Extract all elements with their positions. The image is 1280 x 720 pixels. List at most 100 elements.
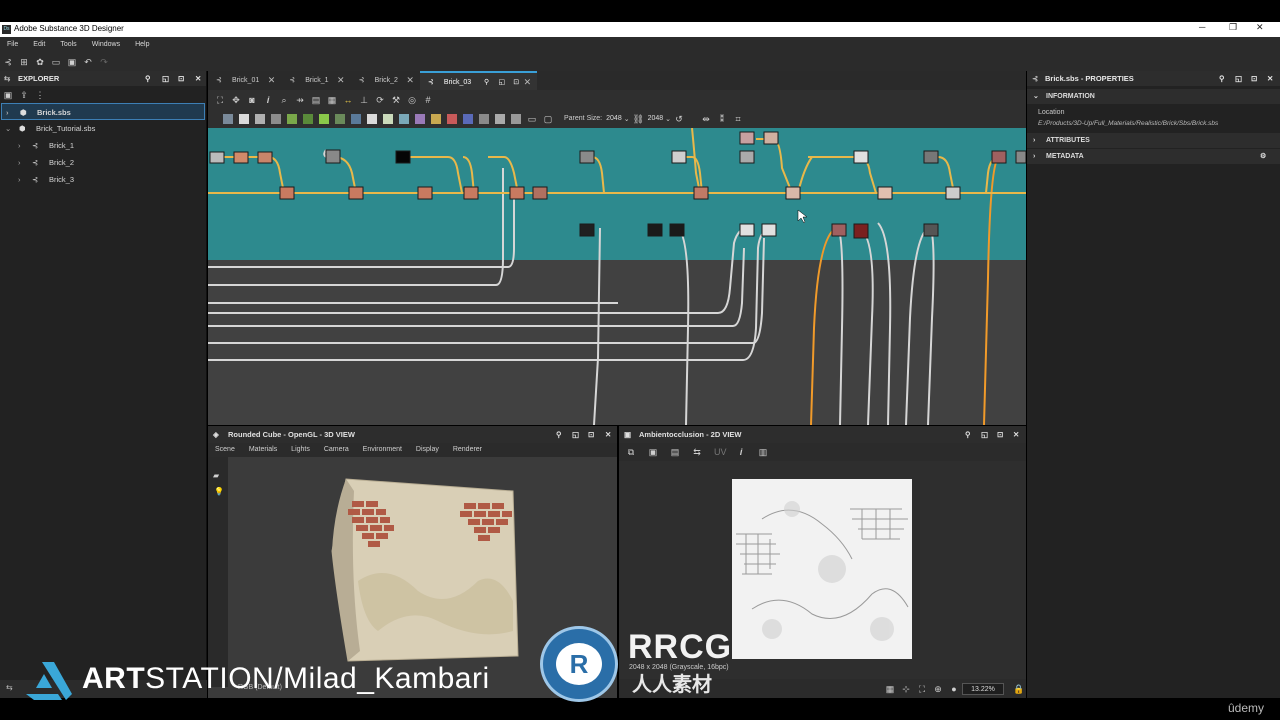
console-icon[interactable]: ⇆ — [6, 683, 13, 692]
graph-canvas[interactable] — [208, 128, 1026, 425]
float-icon[interactable]: ◱ — [981, 426, 988, 443]
normal-node-icon[interactable] — [383, 113, 393, 124]
graph-node[interactable] — [325, 149, 341, 164]
minimize-icon[interactable]: ─ — [1199, 22, 1205, 32]
move-icon[interactable]: ✥ — [231, 95, 241, 105]
hsl-node-icon[interactable] — [319, 113, 329, 124]
graph-node[interactable] — [348, 186, 364, 200]
new-graph-icon[interactable]: ⊰ — [3, 57, 13, 67]
open-icon[interactable]: ▭ — [51, 57, 61, 67]
channels-icon[interactable]: ⇆ — [692, 447, 702, 457]
grid-icon[interactable]: ▦ — [327, 95, 337, 105]
pin-icon[interactable]: ⚲ — [1219, 71, 1225, 86]
blend-node-icon[interactable] — [271, 113, 281, 124]
menu-windows[interactable]: Windows — [92, 41, 120, 48]
reset-icon[interactable]: ↺ — [674, 114, 684, 124]
pin-icon[interactable]: ⚲ — [556, 426, 562, 443]
graph-node[interactable] — [257, 151, 273, 164]
maximize-panel-icon[interactable]: ⊡ — [997, 426, 1003, 443]
close-icon[interactable]: ✕ — [406, 71, 414, 90]
graph-node[interactable] — [579, 150, 595, 164]
menu-edit[interactable]: Edit — [33, 41, 45, 48]
float-icon[interactable]: ◱ — [1235, 71, 1242, 86]
export-icon[interactable]: ⇪ — [19, 90, 29, 100]
graph-node[interactable] — [671, 150, 687, 164]
menu-file[interactable]: File — [7, 41, 18, 48]
height-node-icon[interactable] — [415, 113, 425, 124]
section-information[interactable]: ⌄ INFORMATION — [1027, 89, 1280, 104]
tool-icon[interactable]: ⚒ — [391, 95, 401, 105]
output-node-icon[interactable] — [495, 113, 505, 124]
graph-node[interactable] — [647, 223, 663, 237]
rounded-cube-render[interactable] — [328, 471, 523, 671]
tab-brick-1[interactable]: ⊰ Brick_1 ✕ — [281, 71, 350, 90]
tree-item-brick-tutorial[interactable]: ⌄ ⬢ Brick_Tutorial.sbs — [0, 120, 206, 137]
graph-node[interactable] — [1015, 150, 1026, 164]
info-icon[interactable]: 𝒊 — [736, 447, 746, 457]
uniform-node-icon[interactable] — [239, 113, 249, 124]
parent-size-dropdown[interactable]: 2048 — [606, 115, 622, 122]
copy-icon[interactable]: ⧉ — [626, 447, 636, 457]
graph-node[interactable] — [739, 131, 755, 145]
graph-node[interactable] — [532, 186, 548, 200]
graph-node[interactable] — [417, 186, 433, 200]
size-dropdown[interactable]: 2048 — [648, 115, 664, 122]
frame-icon[interactable]: ⛶ — [215, 95, 225, 105]
rotate-icon[interactable]: ⟳ — [375, 95, 385, 105]
graph-node[interactable] — [233, 151, 249, 164]
menu-help[interactable]: Help — [135, 41, 149, 48]
tab-brick-01[interactable]: ⊰ Brick_01 ✕ — [208, 71, 281, 90]
close-panel-icon[interactable]: ✕ — [1013, 426, 1019, 443]
tree-item-brick-2[interactable]: › ⊰ Brick_2 — [0, 154, 206, 171]
levels-node-icon[interactable] — [303, 113, 313, 124]
snap-grid-icon[interactable]: ⌗ — [733, 114, 743, 124]
link-icon[interactable]: ⇸ — [295, 95, 305, 105]
menu-materials[interactable]: Materials — [249, 446, 277, 453]
center-icon[interactable]: ⊕ — [933, 684, 943, 694]
graph-node[interactable] — [831, 223, 847, 237]
gear-icon[interactable]: ⚙ — [1260, 149, 1266, 164]
graph-node[interactable] — [669, 223, 685, 237]
tab-brick-2[interactable]: ⊰ Brick_2 ✕ — [351, 71, 420, 90]
menu-camera[interactable]: Camera — [324, 446, 349, 453]
graph-node[interactable] — [877, 186, 893, 200]
graph-node[interactable] — [463, 186, 479, 200]
stack-icon[interactable]: ⁑ — [717, 114, 727, 124]
frame-node-icon[interactable]: ▢ — [543, 114, 553, 124]
maximize-panel-icon[interactable]: ⊡ — [1251, 71, 1257, 86]
zoom-input[interactable]: 13.22% — [962, 682, 1004, 695]
curve-node-icon[interactable] — [287, 113, 297, 124]
distribute-icon[interactable]: ⇹ — [701, 114, 711, 124]
close-panel-icon[interactable]: ✕ — [1267, 71, 1273, 86]
close-panel-icon[interactable]: ✕ — [195, 71, 201, 86]
input-node-icon[interactable] — [511, 113, 521, 124]
section-metadata[interactable]: › METADATA ⚙ — [1027, 149, 1280, 164]
float-icon[interactable]: ◱ — [572, 426, 579, 443]
gradient-node-icon[interactable] — [335, 113, 345, 124]
maximize-panel-icon[interactable]: ⊡ — [588, 426, 594, 443]
grid-lines-icon[interactable]: # — [423, 95, 433, 105]
pin-icon[interactable]: ⚲ — [965, 426, 971, 443]
graph-node[interactable] — [579, 223, 595, 237]
new-package-icon[interactable]: ⊞ — [19, 57, 29, 67]
tree-item-brick-1[interactable]: › ⊰ Brick_1 — [0, 137, 206, 154]
menu-display[interactable]: Display — [416, 446, 439, 453]
maximize-icon[interactable]: ❐ — [1229, 22, 1237, 33]
noise-node-icon[interactable] — [447, 113, 457, 124]
align-icon[interactable]: ▤ — [311, 95, 321, 105]
graph-node[interactable] — [395, 150, 411, 164]
pattern-node-icon[interactable] — [431, 113, 441, 124]
graph-node[interactable] — [923, 150, 939, 164]
menu-tools[interactable]: Tools — [60, 41, 76, 48]
info-icon[interactable]: 𝒊 — [263, 95, 273, 105]
undo-icon[interactable]: ↶ — [83, 57, 93, 67]
graph-node[interactable] — [279, 186, 295, 200]
graph-node[interactable] — [761, 223, 777, 237]
tab-brick-03[interactable]: ⊰ Brick_03 ⚲ ◱ ⊡ ✕ — [419, 71, 538, 90]
pin-icon[interactable]: ⚲ — [145, 71, 151, 86]
section-attributes[interactable]: › ATTRIBUTES — [1027, 133, 1280, 148]
graph-node[interactable] — [945, 186, 961, 200]
tree-icon[interactable]: ⋮ — [35, 90, 45, 100]
ao-node-icon[interactable] — [399, 113, 409, 124]
menu-renderer[interactable]: Renderer — [453, 446, 482, 453]
